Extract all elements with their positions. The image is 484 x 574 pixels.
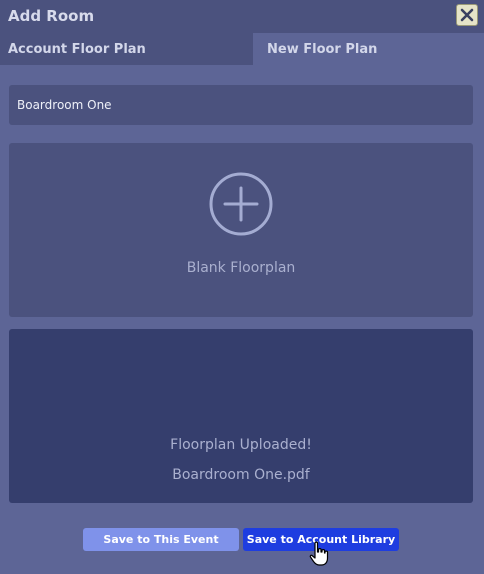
save-to-event-button[interactable]: Save to This Event bbox=[83, 528, 239, 551]
tab-new-floor-plan-label: New Floor Plan bbox=[267, 42, 378, 57]
upload-status-text: Floorplan Uploaded! bbox=[170, 437, 312, 453]
dialog-title: Add Room bbox=[8, 7, 95, 25]
dialog-titlebar: Add Room bbox=[0, 0, 484, 33]
plus-circle-icon bbox=[209, 172, 273, 236]
room-name-input[interactable] bbox=[9, 85, 473, 125]
hand-pointer-cursor-icon bbox=[309, 541, 329, 566]
blank-floorplan-label: Blank Floorplan bbox=[186, 260, 296, 276]
uploaded-filename: Boardroom One.pdf bbox=[172, 467, 310, 483]
close-button[interactable] bbox=[456, 4, 478, 26]
upload-dropzone[interactable]: Floorplan Uploaded! Boardroom One.pdf bbox=[9, 329, 473, 503]
blank-floorplan-option[interactable]: Blank Floorplan bbox=[9, 143, 473, 317]
tab-account-floor-plan-label: Account Floor Plan bbox=[8, 42, 146, 57]
tab-new-floor-plan[interactable]: New Floor Plan bbox=[253, 33, 484, 65]
tab-account-floor-plan[interactable]: Account Floor Plan bbox=[0, 33, 253, 65]
floorplan-tabs: Account Floor Plan New Floor Plan bbox=[0, 33, 484, 65]
close-x-icon bbox=[460, 8, 474, 22]
add-room-dialog: Add Room Account Floor Plan New Floor Pl… bbox=[0, 0, 484, 574]
